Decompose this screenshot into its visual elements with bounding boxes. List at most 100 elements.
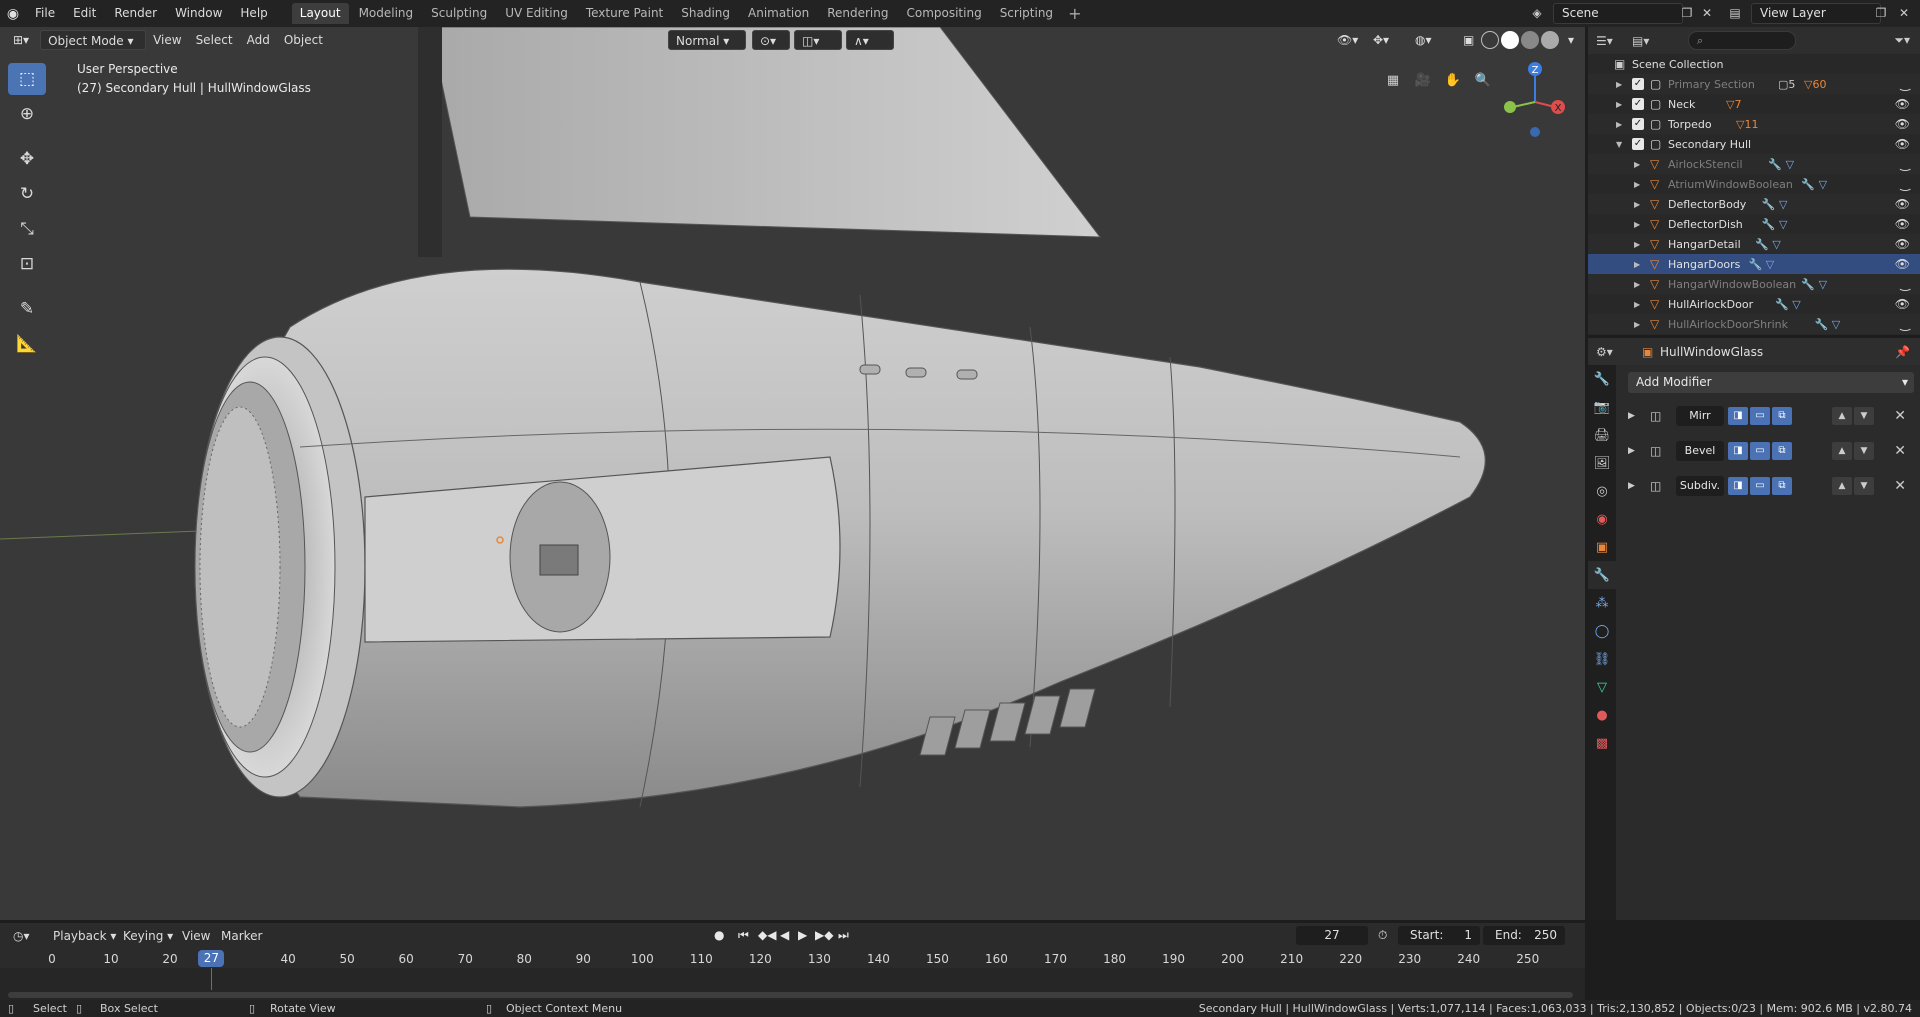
xray-toggle-icon[interactable]: ▣ <box>1456 30 1481 50</box>
tab-layout[interactable]: Layout <box>291 3 349 24</box>
rotate-tool-icon[interactable]: ↻ <box>8 178 46 210</box>
exclude-checkbox[interactable]: ✓ <box>1632 138 1644 150</box>
modifier-name-field[interactable]: Subdiv. <box>1676 476 1724 496</box>
modifier-panel[interactable]: ▶ ◫ Subdiv. ◨ ▭ ⧉ ▲ ▼ ✕ <box>1624 472 1914 500</box>
mesh-data-tab-icon[interactable]: ▽ <box>1588 673 1616 701</box>
timeline-ruler[interactable]: 0102030405060708090100110120130140150160… <box>0 948 1585 968</box>
menu-view[interactable]: View <box>146 30 188 50</box>
collapsed-arrow-icon[interactable]: ▶ <box>1634 180 1640 189</box>
editmode-toggle-icon[interactable]: ◨ <box>1728 477 1748 495</box>
add-workspace-button[interactable]: + <box>1062 4 1087 23</box>
editmode-toggle-icon[interactable]: ◨ <box>1728 442 1748 460</box>
modifier-mesh-icons[interactable]: 🔧 ▽ <box>1815 318 1841 331</box>
mod-expand-arrow-icon[interactable]: ▶ <box>1628 481 1635 491</box>
menu-help[interactable]: Help <box>231 0 276 27</box>
object-tab-icon[interactable]: ▣ <box>1588 533 1616 561</box>
outliner-row[interactable]: ▶ ✓ ▢ Neck ▽7 👁 <box>1588 94 1920 114</box>
collapsed-arrow-icon[interactable]: ▶ <box>1634 260 1640 269</box>
collapsed-arrow-icon[interactable]: ▶ <box>1616 80 1622 89</box>
material-shading-icon[interactable] <box>1521 31 1539 49</box>
outliner-row[interactable]: ▼ ✓ ▢ Secondary Hull 👁 <box>1588 134 1920 154</box>
camera-view-icon[interactable]: 🎥 <box>1410 67 1436 93</box>
modifier-tab-icon[interactable]: 🔧 <box>1588 561 1616 589</box>
tab-animation[interactable]: Animation <box>740 3 817 24</box>
tab-shading[interactable]: Shading <box>673 3 738 24</box>
measure-tool-icon[interactable]: 📐 <box>8 328 46 360</box>
preview-range-icon[interactable]: ⏱ <box>1378 928 1387 943</box>
collapsed-arrow-icon[interactable]: ▶ <box>1634 200 1640 209</box>
start-frame-field[interactable]: Start: 1 <box>1398 926 1480 945</box>
material-tab-icon[interactable]: ● <box>1588 701 1616 729</box>
wireframe-shading-icon[interactable] <box>1481 31 1499 49</box>
play-reverse-icon[interactable]: ◀ <box>780 928 789 942</box>
outliner-row[interactable]: ▶ ✓ ▢ Torpedo ▽11 👁 <box>1588 114 1920 134</box>
remove-modifier-icon[interactable]: ✕ <box>1894 478 1906 494</box>
move-up-icon[interactable]: ▲ <box>1832 477 1852 495</box>
new-view-layer-icon[interactable]: ❐ <box>1870 3 1892 24</box>
timeline-track[interactable] <box>0 968 1585 1000</box>
toggle-camera-persp-icon[interactable]: ▦ <box>1380 67 1406 93</box>
viewport-toggle-icon[interactable]: ▭ <box>1750 442 1770 460</box>
tool-tab-icon[interactable]: 🔧 <box>1588 365 1616 393</box>
constraints-tab-icon[interactable]: ⛓ <box>1588 645 1616 673</box>
render-tab-icon[interactable]: 📷 <box>1588 393 1616 421</box>
rendered-shading-icon[interactable] <box>1541 31 1559 49</box>
tab-sculpting[interactable]: Sculpting <box>423 3 495 24</box>
outliner-row[interactable]: ▶ ✓ ▢ Primary Section ▢5 ▽60 ‿ <box>1588 74 1920 94</box>
outliner-row[interactable]: ▶ ▽ HangarWindowBoolean 🔧 ▽ ‿ <box>1588 274 1920 294</box>
scene-icon[interactable]: ◈ <box>1526 3 1548 24</box>
menu-marker[interactable]: Marker <box>214 926 269 946</box>
visibility-eye-icon[interactable]: 👁 <box>1895 117 1910 131</box>
render-toggle-icon[interactable]: ⧉ <box>1772 407 1792 425</box>
exclude-checkbox[interactable]: ✓ <box>1632 98 1644 110</box>
outliner-row[interactable]: ▶ ▽ AirlockStencil 🔧 ▽ ‿ <box>1588 154 1920 174</box>
modifier-mesh-icons[interactable]: 🔧 ▽ <box>1749 258 1775 271</box>
remove-modifier-icon[interactable]: ✕ <box>1894 443 1906 459</box>
menu-playback[interactable]: Playback ▾ <box>46 926 123 946</box>
scene-tab-icon[interactable]: ◎ <box>1588 477 1616 505</box>
mode-dropdown[interactable]: Object Mode ▾ <box>40 29 147 50</box>
menu-window[interactable]: Window <box>166 0 231 27</box>
blender-logo-icon[interactable]: ◉ <box>0 0 26 27</box>
playhead-frame-marker[interactable]: 27 <box>198 950 225 967</box>
outliner-editor-type-icon[interactable]: ☰▾ <box>1596 34 1613 48</box>
visibility-eye-icon[interactable]: ‿ <box>1900 177 1910 191</box>
jump-keyframe-back-icon[interactable]: ◆◀ <box>758 928 776 942</box>
scale-tool-icon[interactable]: ⤡ <box>8 213 46 245</box>
tab-texture-paint[interactable]: Texture Paint <box>578 3 671 24</box>
outliner-row[interactable]: ▶ ▽ HangarDoors 🔧 ▽ 👁 <box>1588 254 1920 274</box>
jump-keyframe-forward-icon[interactable]: ▶◆ <box>815 928 833 942</box>
outliner-row[interactable]: ▶ ▽ HullAirlockDoor 🔧 ▽ 👁 <box>1588 294 1920 314</box>
render-toggle-icon[interactable]: ⧉ <box>1772 477 1792 495</box>
visibility-dropdown-icon[interactable]: 👁▾ <box>1330 30 1365 50</box>
jump-start-icon[interactable]: ⏮ <box>738 928 749 943</box>
delete-view-layer-icon[interactable]: ✕ <box>1893 3 1915 24</box>
collapsed-arrow-icon[interactable]: ▶ <box>1634 160 1640 169</box>
modifier-mesh-icons[interactable]: 🔧 ▽ <box>1762 218 1788 231</box>
properties-editor-type-icon[interactable]: ⚙▾ <box>1596 345 1613 359</box>
record-button-icon[interactable]: ● <box>714 928 724 942</box>
move-up-icon[interactable]: ▲ <box>1832 407 1852 425</box>
menu-file[interactable]: File <box>26 0 64 27</box>
select-tool-icon[interactable]: ⬚ <box>8 63 46 95</box>
mod-expand-arrow-icon[interactable]: ▶ <box>1628 446 1635 456</box>
modifier-mesh-icons[interactable]: 🔧 ▽ <box>1768 158 1794 171</box>
outliner-row[interactable]: ▶ ▽ DeflectorBody 🔧 ▽ 👁 <box>1588 194 1920 214</box>
outliner-row[interactable]: ▶ ▽ HullAirlockDoorShrink 🔧 ▽ ‿ <box>1588 314 1920 334</box>
move-tool-icon[interactable]: ✥ <box>8 143 46 175</box>
move-down-icon[interactable]: ▼ <box>1854 407 1874 425</box>
cursor-tool-icon[interactable]: ⊕ <box>8 98 46 130</box>
tab-compositing[interactable]: Compositing <box>898 3 989 24</box>
expanded-arrow-icon[interactable]: ▼ <box>1616 140 1622 149</box>
pin-icon[interactable]: 📌 <box>1895 345 1910 359</box>
annotate-tool-icon[interactable]: ✎ <box>8 293 46 325</box>
menu-render[interactable]: Render <box>105 0 166 27</box>
view-layer-tab-icon[interactable]: 🖼 <box>1588 449 1616 477</box>
render-toggle-icon[interactable]: ⧉ <box>1772 442 1792 460</box>
shading-options-icon[interactable]: ▾ <box>1561 30 1581 50</box>
modifier-name-field[interactable]: Mirr <box>1676 406 1724 426</box>
menu-timeline-view[interactable]: View <box>175 926 217 946</box>
exclude-checkbox[interactable]: ✓ <box>1632 78 1644 90</box>
editmode-toggle-icon[interactable]: ◨ <box>1728 407 1748 425</box>
menu-add[interactable]: Add <box>240 30 277 50</box>
